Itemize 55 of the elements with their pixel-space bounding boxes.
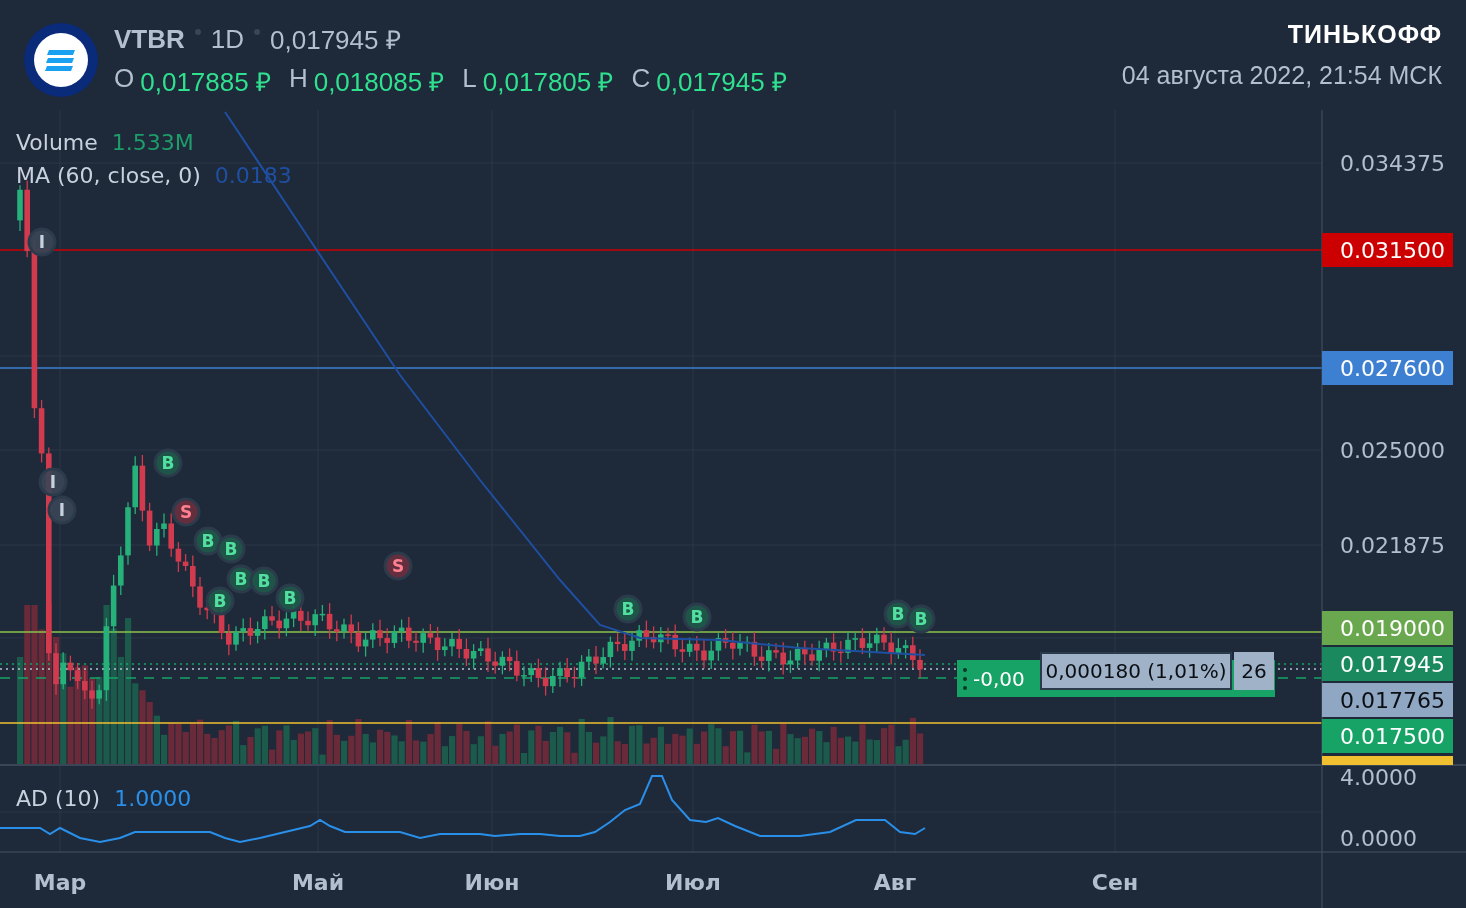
trade-marker[interactable]: B xyxy=(906,604,936,634)
price-tag: 0.017500 xyxy=(1322,719,1453,753)
trade-marker[interactable]: I xyxy=(38,467,68,497)
trade-marker[interactable]: S xyxy=(171,497,201,527)
ohlc-value: 0,017945 ₽ xyxy=(656,66,787,99)
pnl-text: -0,00 xyxy=(973,666,1025,691)
time-axis-label: Июн xyxy=(464,870,520,895)
price-tick-label: 0.034375 xyxy=(1340,151,1445,176)
ohlc-label: O xyxy=(114,63,135,95)
trade-marker[interactable]: B xyxy=(275,583,305,613)
trade-marker[interactable]: B xyxy=(249,566,279,596)
trade-marker[interactable]: I xyxy=(27,227,57,257)
ad-axis-label: 4.0000 xyxy=(1340,765,1417,790)
trade-marker[interactable]: I xyxy=(47,495,77,525)
price-tick-label: 0.025000 xyxy=(1340,438,1445,463)
time-axis-label: Мар xyxy=(33,870,87,895)
order-change: 0,000180 (1,01%) xyxy=(1040,652,1232,690)
price-tick-label: 0.021875 xyxy=(1340,533,1445,558)
time-axis-label: Сен xyxy=(1091,870,1139,895)
price-tag: 0.031500 xyxy=(1322,233,1453,267)
indicator-value: 1.533M xyxy=(111,130,194,155)
ohlc-label: C xyxy=(631,63,651,95)
trade-marker[interactable]: S xyxy=(383,551,413,581)
ohlc-label: H xyxy=(288,63,308,95)
position-bar[interactable]: -0,00 xyxy=(957,660,1040,697)
trade-marker[interactable]: B xyxy=(226,564,256,594)
last-price: 0,017945 ₽ xyxy=(270,24,401,57)
trade-marker[interactable]: B xyxy=(682,602,712,632)
ohlc-value: 0,017805 ₽ xyxy=(482,66,614,99)
price-tag: 0.027600 xyxy=(1322,351,1453,385)
price-tag: 0.019000 xyxy=(1322,611,1453,645)
price-tag: 0.017945 xyxy=(1322,647,1453,681)
trade-marker[interactable]: B xyxy=(883,599,913,629)
ticker: VTBR xyxy=(114,23,185,55)
order-bar[interactable]: 0,000180 (1,01%) 26 xyxy=(1040,652,1275,697)
time-axis-label: Июл xyxy=(665,870,721,895)
ohlc-value: 0,017885 ₽ xyxy=(140,66,271,99)
trade-marker[interactable]: B xyxy=(613,594,643,624)
date-time: 04 августа 2022, 21:54 МСК xyxy=(1121,61,1442,90)
indicator-value: 1.0000 xyxy=(114,786,192,811)
indicator-name: AD (10) xyxy=(16,786,101,811)
indicator-name: Volume xyxy=(16,130,98,155)
trade-marker[interactable]: B xyxy=(153,448,183,478)
interval: 1D xyxy=(210,23,245,55)
time-axis-label: Авг xyxy=(873,870,917,895)
ohlc-value: 0,018085 ₽ xyxy=(313,66,445,99)
ad-axis-label: 0.0000 xyxy=(1340,826,1417,851)
brand-name: ТИНЬКОФФ xyxy=(1287,20,1442,49)
time-axis-label: Май xyxy=(291,870,345,895)
price-tag: 0.017765 xyxy=(1322,683,1453,717)
trade-marker[interactable]: B xyxy=(216,534,246,564)
indicator-name: MA (60, close, 0) xyxy=(16,163,201,188)
trade-marker[interactable]: B xyxy=(205,586,235,616)
ohlc-label: L xyxy=(462,63,477,95)
order-quantity: 26 xyxy=(1234,652,1274,690)
